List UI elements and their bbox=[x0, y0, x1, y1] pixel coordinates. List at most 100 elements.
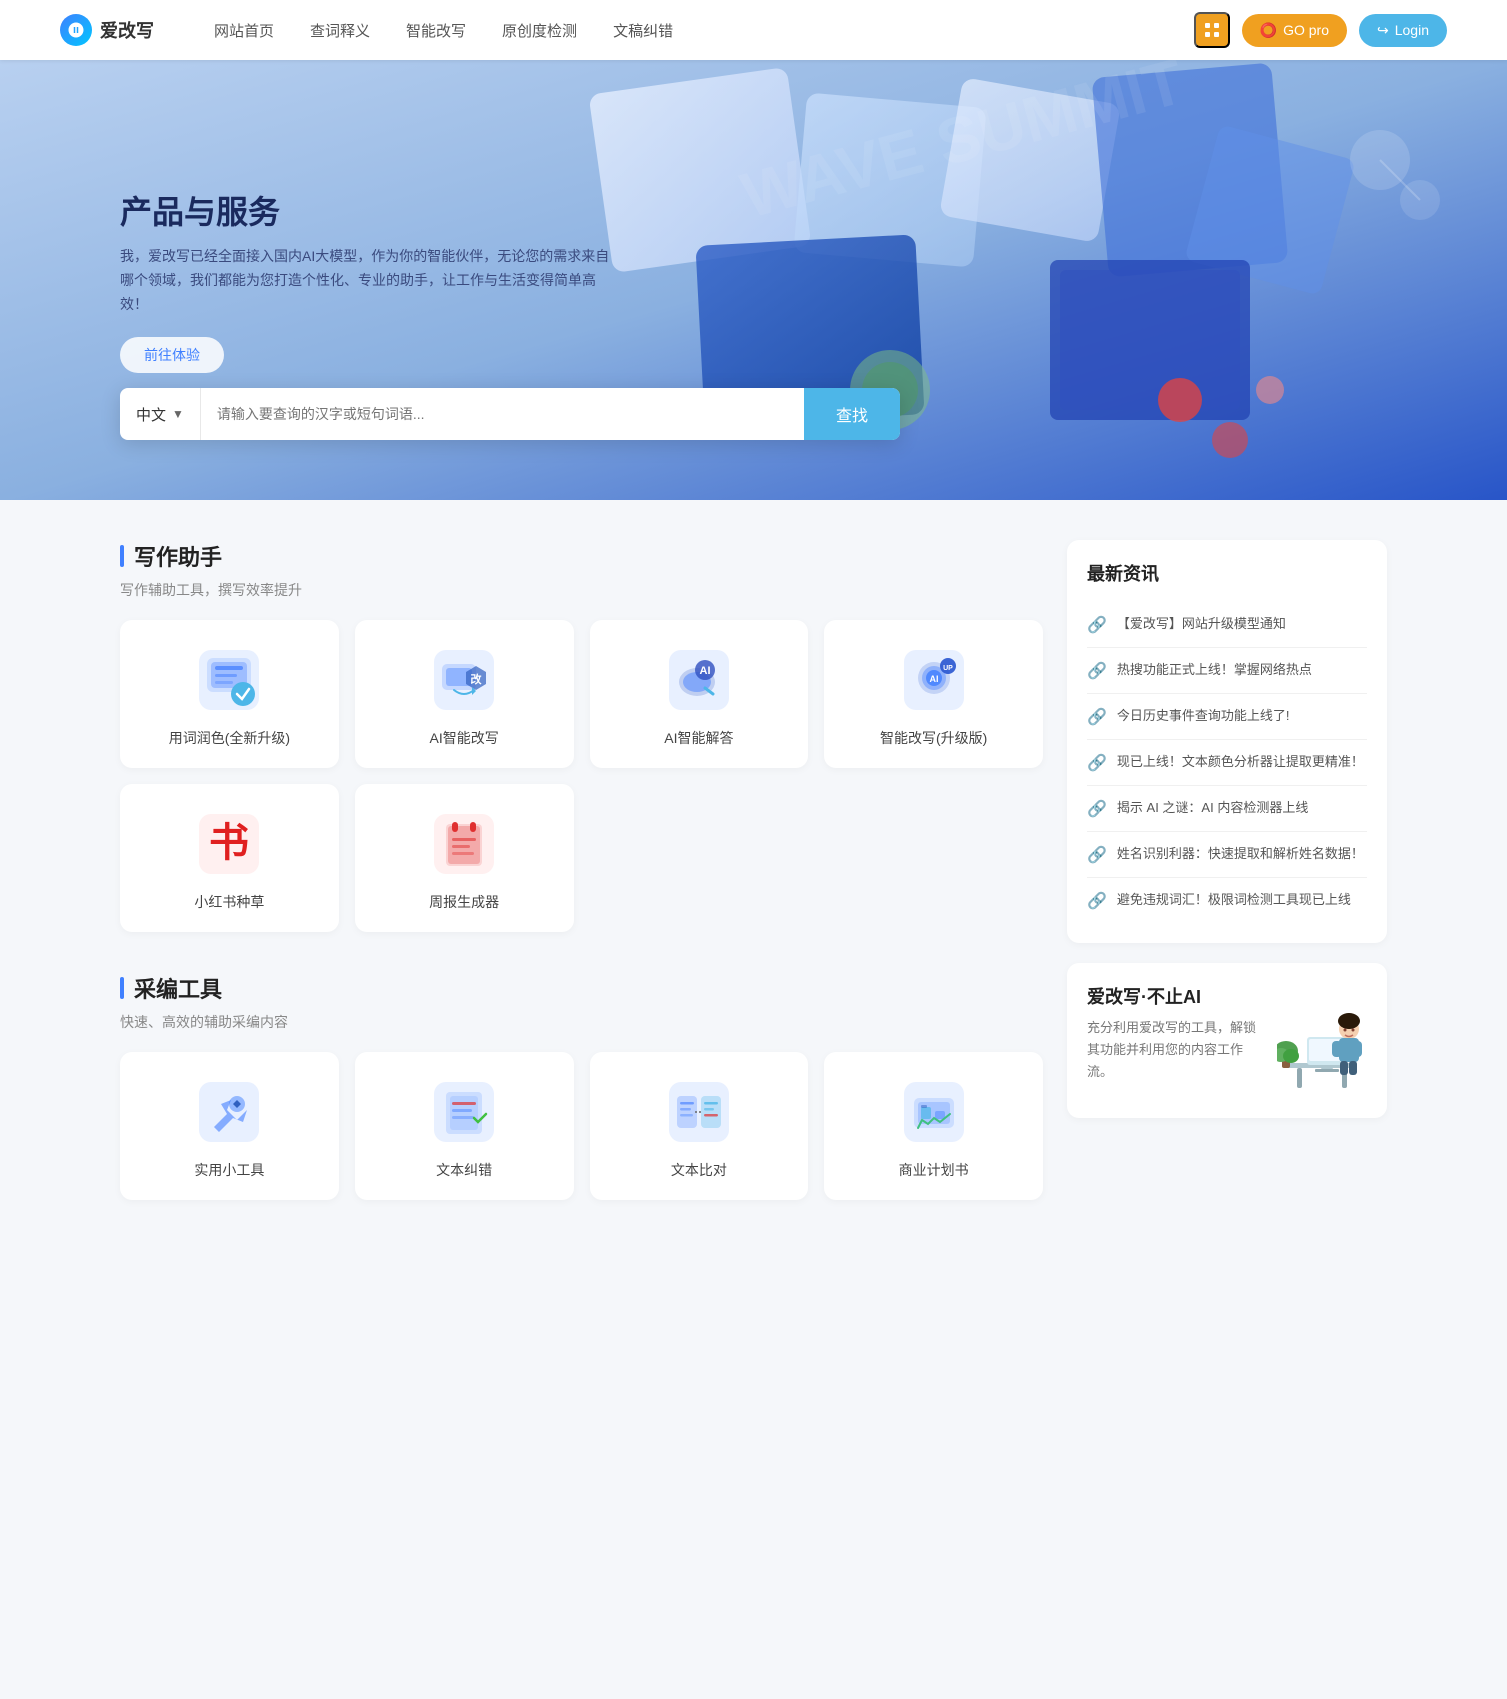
nav-check[interactable]: 原创度检测 bbox=[502, 20, 577, 41]
tool-section-title: 采编工具 bbox=[120, 972, 1043, 1004]
grid-button[interactable] bbox=[1194, 12, 1230, 48]
card-writing[interactable]: 用词润色(全新升级) bbox=[120, 620, 339, 768]
link-icon-1: 🔗 bbox=[1087, 661, 1107, 681]
search-bar-wrap: 中文 ▼ 查找 bbox=[120, 388, 1387, 440]
logo-text: 爱改写 bbox=[100, 17, 154, 43]
card-weekly[interactable]: 周报生成器 bbox=[355, 784, 574, 932]
tool-section: 采编工具 快速、高效的辅助采编内容 实用小工具 bbox=[120, 972, 1043, 1200]
tool-section-desc: 快速、高效的辅助采编内容 bbox=[120, 1012, 1043, 1032]
svg-text:UP: UP bbox=[943, 665, 953, 672]
login-button[interactable]: ↪ Login bbox=[1359, 14, 1447, 47]
right-column: 最新资讯 🔗 【爱改写】网站升级模型通知 🔗 热搜功能正式上线！掌握网络热点 🔗… bbox=[1067, 540, 1387, 1118]
login-label: Login bbox=[1395, 22, 1429, 38]
text-error-icon bbox=[432, 1080, 496, 1144]
writing-cards-grid: 用词润色(全新升级) 改 bbox=[120, 620, 1043, 932]
smart-rewrite-label: 智能改写(升级版) bbox=[880, 728, 987, 748]
hero-description: 我，爱改写已经全面接入国内AI大模型，作为你的智能伙伴，无论您的需求来自哪个领域… bbox=[120, 245, 620, 316]
text-error-label: 文本纠错 bbox=[436, 1160, 492, 1180]
nav-home[interactable]: 网站首页 bbox=[214, 20, 274, 41]
left-column: 写作助手 写作辅助工具，撰写效率提升 bbox=[120, 540, 1043, 1224]
svg-text:AI: AI bbox=[699, 665, 710, 677]
news-text-1: 热搜功能正式上线！掌握网络热点 bbox=[1117, 660, 1312, 680]
news-card: 最新资讯 🔗 【爱改写】网站升级模型通知 🔗 热搜功能正式上线！掌握网络热点 🔗… bbox=[1067, 540, 1387, 943]
title-bar-decoration bbox=[120, 545, 124, 567]
hero-title: 产品与服务 bbox=[120, 187, 1387, 233]
tools-icon bbox=[197, 1080, 261, 1144]
hero-section: WAVE SUMMIT 产品与服务 我，爱改写已经全面接入国内AI大模型，作为你… bbox=[0, 60, 1507, 500]
language-selector[interactable]: 中文 ▼ bbox=[120, 388, 201, 440]
card-ai-rewrite[interactable]: 改 AI智能改写 bbox=[355, 620, 574, 768]
svg-text:AI: AI bbox=[929, 674, 938, 684]
header: 爱改写 网站首页 查词释义 智能改写 原创度检测 文稿纠错 ⭕ GO pro ↪… bbox=[0, 0, 1507, 60]
tool-cards-grid: 实用小工具 文本纠 bbox=[120, 1052, 1043, 1200]
card-tools[interactable]: 实用小工具 bbox=[120, 1052, 339, 1200]
weekly-icon bbox=[432, 812, 496, 876]
news-item-0[interactable]: 🔗 【爱改写】网站升级模型通知 bbox=[1087, 602, 1367, 648]
writing-section-title: 写作助手 bbox=[120, 540, 1043, 572]
search-button[interactable]: 查找 bbox=[804, 388, 900, 440]
text-compare-icon bbox=[667, 1080, 731, 1144]
news-item-3[interactable]: 🔗 现已上线！文本颜色分析器让提取更精准！ bbox=[1087, 740, 1367, 786]
smart-rewrite-icon: AI UP bbox=[902, 648, 966, 712]
header-actions: ⭕ GO pro ↪ Login bbox=[1194, 12, 1447, 48]
news-item-5[interactable]: 🔗 姓名识别利器：快速提取和解析姓名数据！ bbox=[1087, 832, 1367, 878]
link-icon-0: 🔗 bbox=[1087, 615, 1107, 635]
news-item-6[interactable]: 🔗 避免违规词汇！极限词检测工具现已上线 bbox=[1087, 878, 1367, 923]
search-input[interactable] bbox=[201, 388, 804, 440]
news-text-3: 现已上线！文本颜色分析器让提取更精准！ bbox=[1117, 752, 1364, 772]
card-smart-rewrite[interactable]: AI UP 智能改写(升级版) bbox=[824, 620, 1043, 768]
nav-proofread[interactable]: 文稿纠错 bbox=[613, 20, 673, 41]
promo-card: 爱改写·不止AI 充分利用爱改写的工具，解锁其功能并利用您的内容工作流。 bbox=[1067, 963, 1387, 1118]
experience-button[interactable]: 前往体验 bbox=[120, 337, 224, 373]
card-ai-answer[interactable]: AI AI智能解答 bbox=[590, 620, 809, 768]
promo-desc: 充分利用爱改写的工具，解锁其功能并利用您的内容工作流。 bbox=[1087, 1017, 1265, 1083]
login-icon: ↪ bbox=[1377, 22, 1389, 39]
card-business-plan[interactable]: 商业计划书 bbox=[824, 1052, 1043, 1200]
nav-dict[interactable]: 查词释义 bbox=[310, 20, 370, 41]
main-nav: 网站首页 查词释义 智能改写 原创度检测 文稿纠错 bbox=[214, 20, 1194, 41]
tools-label: 实用小工具 bbox=[194, 1160, 264, 1180]
go-pro-label: GO pro bbox=[1283, 22, 1329, 38]
writing-section: 写作助手 写作辅助工具，撰写效率提升 bbox=[120, 540, 1043, 932]
news-item-4[interactable]: 🔗 揭示 AI 之谜：AI 内容检测器上线 bbox=[1087, 786, 1367, 832]
business-plan-icon bbox=[902, 1080, 966, 1144]
nav-rewrite[interactable]: 智能改写 bbox=[406, 20, 466, 41]
news-list: 🔗 【爱改写】网站升级模型通知 🔗 热搜功能正式上线！掌握网络热点 🔗 今日历史… bbox=[1087, 602, 1367, 923]
red-book-label: 小红书种草 bbox=[194, 892, 264, 912]
link-icon-3: 🔗 bbox=[1087, 753, 1107, 773]
link-icon-6: 🔗 bbox=[1087, 891, 1107, 911]
logo[interactable]: 爱改写 bbox=[60, 14, 154, 46]
card-text-compare[interactable]: 文本比对 bbox=[590, 1052, 809, 1200]
logo-icon bbox=[60, 14, 92, 46]
writing-card-label: 用词润色(全新升级) bbox=[169, 728, 290, 748]
news-title: 最新资讯 bbox=[1087, 560, 1367, 586]
go-pro-button[interactable]: ⭕ GO pro bbox=[1242, 14, 1347, 47]
news-item-1[interactable]: 🔗 热搜功能正式上线！掌握网络热点 bbox=[1087, 648, 1367, 694]
ai-rewrite-icon: 改 bbox=[432, 648, 496, 712]
promo-image bbox=[1277, 983, 1367, 1098]
card-text-error[interactable]: 文本纠错 bbox=[355, 1052, 574, 1200]
link-icon-5: 🔗 bbox=[1087, 845, 1107, 865]
go-pro-icon: ⭕ bbox=[1260, 22, 1277, 39]
writing-title-text: 写作助手 bbox=[134, 540, 222, 572]
ai-answer-icon: AI bbox=[667, 648, 731, 712]
promo-text: 爱改写·不止AI 充分利用爱改写的工具，解锁其功能并利用您的内容工作流。 bbox=[1087, 983, 1265, 1083]
weekly-label: 周报生成器 bbox=[429, 892, 499, 912]
news-text-5: 姓名识别利器：快速提取和解析姓名数据！ bbox=[1117, 844, 1364, 864]
red-book-icon: 书 bbox=[197, 812, 261, 876]
news-item-2[interactable]: 🔗 今日历史事件查询功能上线了! bbox=[1087, 694, 1367, 740]
chevron-down-icon: ▼ bbox=[172, 407, 184, 421]
writing-section-desc: 写作辅助工具，撰写效率提升 bbox=[120, 580, 1043, 600]
writing-icon bbox=[197, 648, 261, 712]
tool-title-text: 采编工具 bbox=[134, 972, 222, 1004]
card-red-book[interactable]: 书 小红书种草 bbox=[120, 784, 339, 932]
language-label: 中文 bbox=[136, 404, 166, 425]
business-plan-label: 商业计划书 bbox=[899, 1160, 969, 1180]
search-bar: 中文 ▼ 查找 bbox=[120, 388, 900, 440]
link-icon-4: 🔗 bbox=[1087, 799, 1107, 819]
news-text-0: 【爱改写】网站升级模型通知 bbox=[1117, 614, 1286, 634]
news-text-2: 今日历史事件查询功能上线了! bbox=[1117, 706, 1290, 726]
news-text-6: 避免违规词汇！极限词检测工具现已上线 bbox=[1117, 890, 1351, 910]
svg-text:书: 书 bbox=[209, 820, 249, 865]
ai-rewrite-label: AI智能改写 bbox=[430, 728, 499, 748]
